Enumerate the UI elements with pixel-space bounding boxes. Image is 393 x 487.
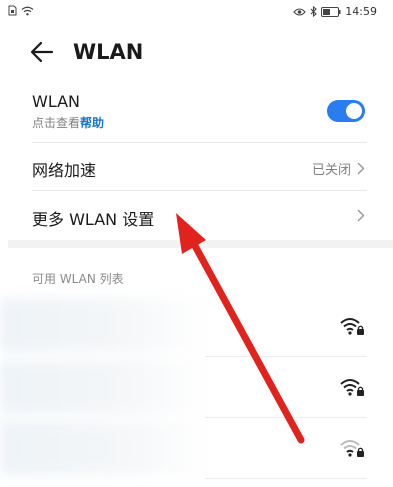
wlan-row-subtitle-text: 点击查看 [32, 116, 81, 130]
wlan-row-title: WLAN [32, 92, 81, 111]
back-button[interactable] [28, 38, 56, 66]
wifi-locked-icon [340, 318, 364, 335]
battery-icon [321, 6, 341, 17]
network-item-blurred[interactable] [0, 360, 210, 414]
divider [205, 417, 367, 418]
divider [205, 478, 367, 479]
bluetooth-icon [310, 6, 318, 17]
eye-icon [293, 7, 307, 16]
divider [32, 190, 367, 191]
network-accel-value-group[interactable]: 已关闭 [312, 159, 365, 178]
chevron-right-icon [357, 209, 365, 222]
network-accel-value: 已关闭 [311, 163, 351, 178]
status-bar: 14:59 [0, 0, 393, 26]
more-wlan-settings-title: 更多 WLAN 设置 [32, 210, 155, 229]
divider [205, 356, 367, 357]
network-item-blurred[interactable] [0, 298, 210, 352]
divider [32, 142, 367, 143]
available-wlan-label: 可用 WLAN 列表 [32, 272, 124, 286]
network-item-blurred[interactable] [0, 421, 210, 475]
page-title: WLAN [73, 40, 144, 64]
status-time: 14:59 [345, 5, 377, 18]
wifi-locked-icon [340, 440, 364, 457]
wlan-toggle[interactable] [327, 100, 365, 122]
chevron-right-icon [357, 162, 365, 175]
wifi-status-icon [21, 6, 34, 15]
wlan-row-subtitle: 点击查看帮助 [32, 114, 367, 131]
toggle-knob [346, 103, 362, 119]
section-separator [8, 240, 393, 248]
back-arrow-icon [30, 41, 54, 63]
wlan-row: WLAN 点击查看帮助 [32, 92, 367, 131]
wifi-locked-icon [340, 379, 364, 396]
more-wlan-settings-chevron[interactable] [357, 209, 365, 222]
sim-icon [8, 5, 17, 16]
help-link[interactable]: 帮助 [80, 116, 104, 130]
header: WLAN [0, 30, 393, 74]
more-wlan-settings-row[interactable]: 更多 WLAN 设置 [32, 206, 367, 230]
